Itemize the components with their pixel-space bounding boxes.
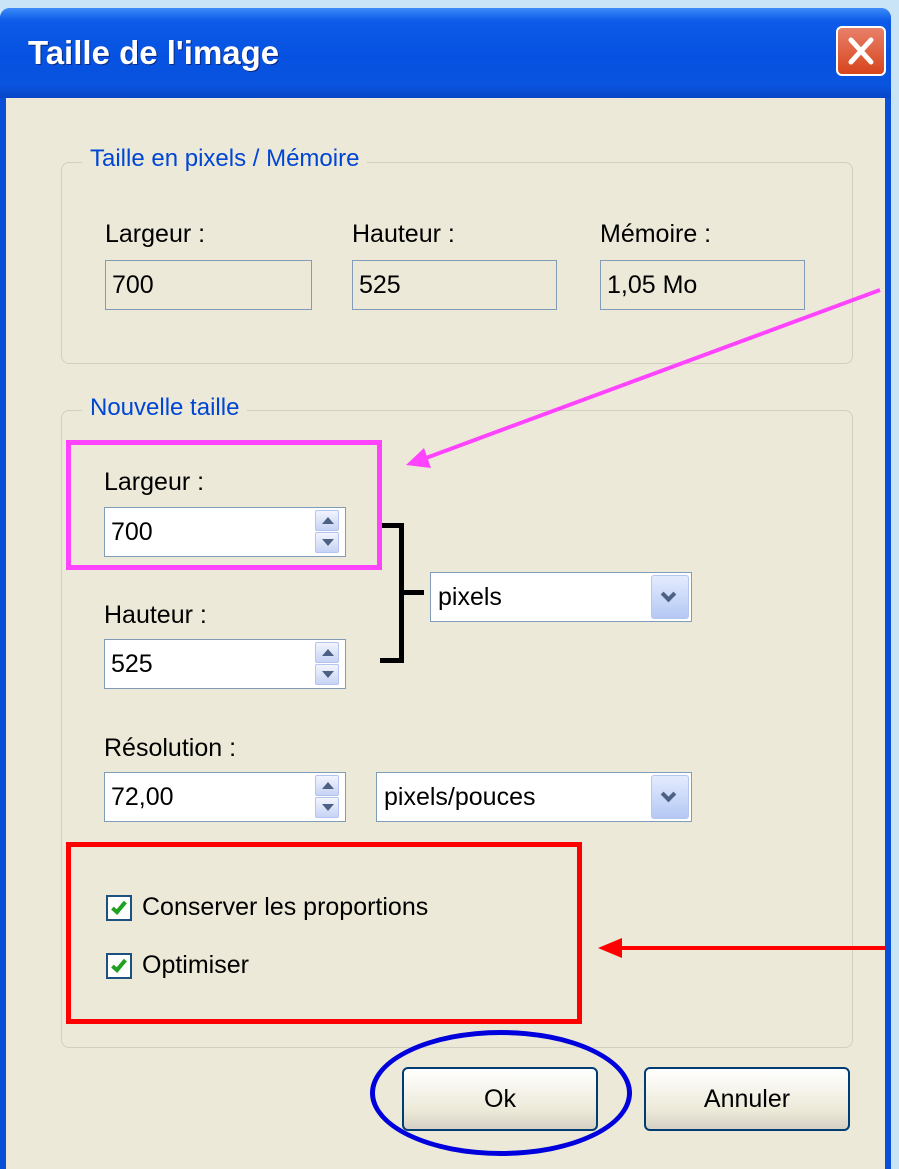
- chevron-down-icon: [660, 786, 677, 803]
- cancel-button[interactable]: Annuler: [644, 1067, 850, 1131]
- resolution-spin-up[interactable]: [315, 775, 339, 796]
- pixel-height-value: 525: [359, 271, 401, 299]
- pixel-height-label: Hauteur :: [352, 220, 455, 248]
- resolution-label: Résolution :: [104, 734, 237, 762]
- resolution-spinner[interactable]: [315, 775, 339, 819]
- window-title: Taille de l'image: [28, 34, 280, 71]
- resolution-value: 72,00: [111, 783, 174, 811]
- size-unit-dropdown-button[interactable]: [651, 575, 689, 619]
- proportion-link-bracket: [380, 523, 404, 663]
- arrow-down-icon: [322, 804, 334, 811]
- new-size-group-legend: Nouvelle taille: [82, 394, 248, 422]
- pixel-height-field: 525: [352, 260, 557, 310]
- proportion-link-bracket-tick: [404, 590, 424, 595]
- new-height-label: Hauteur :: [104, 601, 207, 629]
- highlight-width-box: [66, 440, 382, 570]
- memory-value: 1,05 Mo: [607, 271, 698, 299]
- resolution-unit-select[interactable]: pixels/pouces: [376, 772, 692, 822]
- resolution-spin-down[interactable]: [315, 797, 339, 818]
- size-unit-select[interactable]: pixels: [430, 572, 692, 622]
- title-bar[interactable]: Taille de l'image: [0, 8, 891, 98]
- highlight-options-box: [66, 842, 582, 1024]
- resolution-input[interactable]: 72,00: [104, 772, 346, 822]
- new-height-input[interactable]: 525: [104, 639, 346, 689]
- close-button[interactable]: [836, 26, 886, 76]
- arrow-down-icon: [322, 671, 334, 678]
- highlight-ok-ellipse: [370, 1030, 632, 1156]
- dialog-window: Taille de l'image Taille en pixels / Mém…: [0, 8, 891, 1169]
- pixel-width-label: Largeur :: [105, 220, 206, 248]
- arrow-up-icon: [322, 649, 334, 656]
- memory-field: 1,05 Mo: [600, 260, 805, 310]
- new-height-value: 525: [111, 650, 153, 678]
- dialog-client-area: Taille en pixels / Mémoire Largeur : 700…: [6, 98, 885, 1169]
- close-icon: [848, 37, 874, 65]
- pixel-size-group-legend: Taille en pixels / Mémoire: [82, 145, 368, 173]
- chevron-down-icon: [660, 586, 677, 603]
- new-height-spin-down[interactable]: [315, 664, 339, 685]
- resolution-unit-value: pixels/pouces: [384, 783, 536, 811]
- size-unit-value: pixels: [438, 583, 502, 611]
- resolution-unit-dropdown-button[interactable]: [651, 775, 689, 819]
- pixel-width-value: 700: [112, 271, 154, 299]
- pixel-width-field: 700: [105, 260, 312, 310]
- new-height-spin-up[interactable]: [315, 642, 339, 663]
- memory-label: Mémoire :: [600, 220, 712, 248]
- new-height-spinner[interactable]: [315, 642, 339, 686]
- arrow-up-icon: [322, 782, 334, 789]
